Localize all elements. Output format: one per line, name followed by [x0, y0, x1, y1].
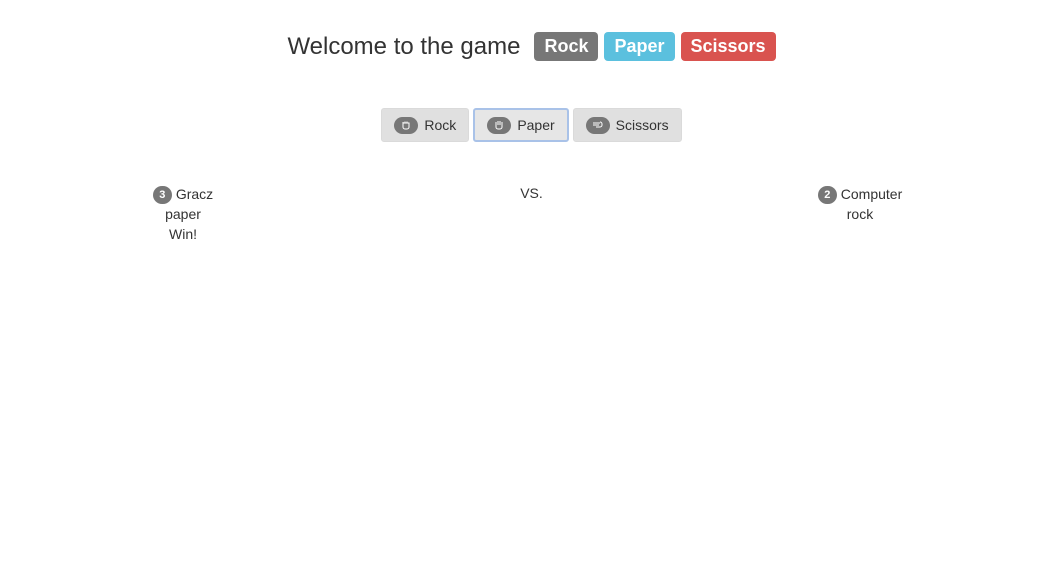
paper-label: Paper: [604, 32, 675, 61]
player-choice: paper: [165, 206, 201, 223]
paper-button-label: Paper: [517, 117, 555, 133]
fist-icon: [394, 116, 419, 134]
rock-label: Rock: [534, 32, 599, 61]
computer-choice: rock: [846, 206, 874, 223]
computer-name: Computer: [840, 186, 903, 202]
scissors-label: Scissors: [680, 32, 776, 61]
player-result: Win!: [169, 226, 197, 243]
computer-panel: 2 Computer rock: [810, 184, 910, 224]
hand-icon: [487, 116, 512, 134]
choice-buttons: Rock Paper Scissors: [0, 108, 1063, 142]
game-page: Welcome to the game Rock Paper Scissors …: [0, 0, 1063, 562]
scissors-button[interactable]: Scissors: [572, 108, 682, 142]
page-title: Welcome to the game: [287, 32, 521, 60]
rock-button[interactable]: Rock: [381, 108, 470, 142]
scissors-button-label: Scissors: [615, 117, 669, 133]
rock-button-label: Rock: [424, 117, 457, 133]
paper-button[interactable]: Paper: [473, 108, 569, 142]
scissors-hand-icon: [585, 116, 610, 134]
computer-header: 2 Computer: [810, 184, 910, 205]
header: Welcome to the game Rock Paper Scissors: [0, 32, 1063, 61]
computer-score-badge: 2: [817, 186, 837, 205]
